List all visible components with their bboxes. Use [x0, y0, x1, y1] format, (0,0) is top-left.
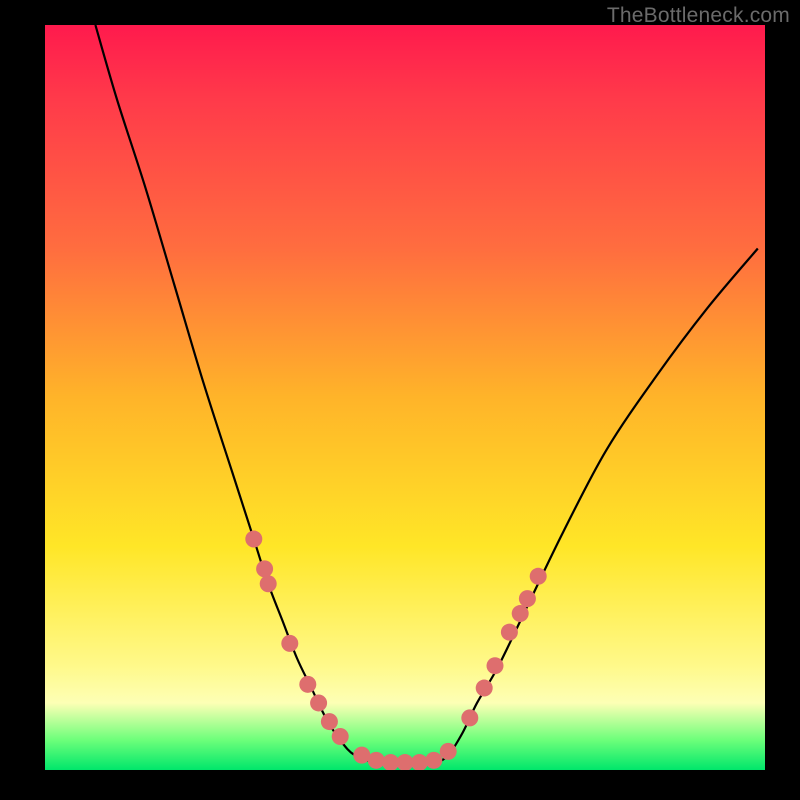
- chart-marker: [519, 590, 536, 607]
- chart-marker: [411, 754, 428, 770]
- chart-markers-group: [245, 531, 546, 770]
- chart-marker: [487, 657, 504, 674]
- chart-marker: [332, 728, 349, 745]
- chart-marker: [310, 694, 327, 711]
- chart-marker: [425, 752, 442, 769]
- chart-marker: [260, 575, 277, 592]
- chart-frame: TheBottleneck.com: [0, 0, 800, 800]
- chart-marker: [501, 624, 518, 641]
- chart-marker: [440, 743, 457, 760]
- chart-marker: [299, 676, 316, 693]
- chart-marker: [461, 709, 478, 726]
- chart-marker: [476, 680, 493, 697]
- chart-marker: [281, 635, 298, 652]
- chart-marker: [512, 605, 529, 622]
- chart-marker: [245, 531, 262, 548]
- chart-marker: [256, 560, 273, 577]
- chart-curve: [95, 25, 757, 763]
- chart-marker: [321, 713, 338, 730]
- chart-plot-area: [45, 25, 765, 770]
- chart-marker: [530, 568, 547, 585]
- watermark-text: TheBottleneck.com: [607, 4, 790, 28]
- chart-overlay-svg: [45, 25, 765, 770]
- chart-marker: [368, 752, 385, 769]
